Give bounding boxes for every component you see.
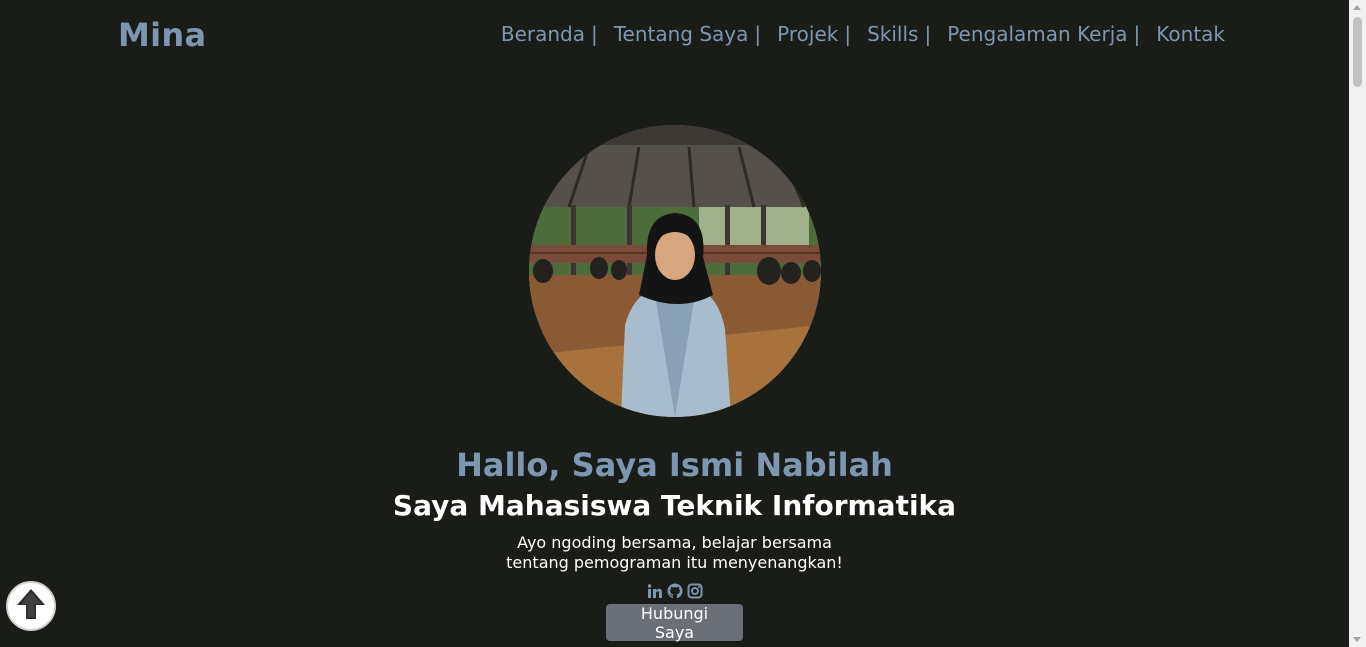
nav-item-tentang-saya[interactable]: Tentang Saya | — [614, 22, 777, 46]
scroll-down-arrow-icon[interactable] — [1353, 637, 1361, 642]
scroll-up-arrow-icon[interactable] — [1353, 5, 1361, 10]
nav-link-label[interactable]: Kontak — [1156, 22, 1225, 46]
nav-separator: | — [924, 22, 932, 46]
nav-link-label[interactable]: Pengalaman Kerja — [947, 22, 1127, 46]
arrow-up-icon — [15, 587, 47, 625]
scrollbar-thumb[interactable] — [1353, 17, 1362, 87]
nav-link-label[interactable]: Skills — [867, 22, 918, 46]
nav-separator: | — [754, 22, 762, 46]
linkedin-icon[interactable] — [647, 583, 663, 599]
github-icon[interactable] — [667, 583, 683, 599]
nav-separator: | — [1133, 22, 1141, 46]
hero-subtitle: Saya Mahasiswa Teknik Informatika — [392, 489, 957, 522]
hero-section: Hallo, Saya Ismi Nabilah Saya Mahasiswa … — [0, 72, 1349, 647]
nav-separator: | — [844, 22, 852, 46]
nav-item-skills[interactable]: Skills | — [867, 22, 947, 46]
nav-item-beranda[interactable]: Beranda | — [501, 22, 614, 46]
vertical-scrollbar[interactable] — [1349, 0, 1366, 647]
nav-link-label[interactable]: Beranda — [501, 22, 585, 46]
nav-item-kontak[interactable]: Kontak — [1156, 22, 1225, 46]
nav-link-label[interactable]: Projek — [777, 22, 838, 46]
back-to-top-button[interactable] — [6, 581, 56, 631]
site-logo[interactable]: Mina — [118, 16, 206, 54]
nav-menu: Beranda | Tentang Saya | Projek | Skills… — [501, 22, 1225, 46]
contact-me-button[interactable]: Hubungi Saya — [606, 604, 743, 642]
profile-photo — [528, 125, 821, 417]
nav-link-label[interactable]: Tentang Saya — [614, 22, 749, 46]
nav-item-projek[interactable]: Projek | — [777, 22, 867, 46]
hero-tagline: Ayo ngoding bersama, belajar bersama ten… — [506, 533, 843, 572]
social-links — [647, 582, 703, 600]
hero-greeting: Hallo, Saya Ismi Nabilah — [456, 446, 893, 484]
navbar: Mina Beranda | Tentang Saya | Projek | S… — [0, 0, 1349, 72]
instagram-icon[interactable] — [687, 583, 703, 599]
nav-separator: | — [590, 22, 598, 46]
nav-item-pengalaman-kerja[interactable]: Pengalaman Kerja | — [947, 22, 1156, 46]
